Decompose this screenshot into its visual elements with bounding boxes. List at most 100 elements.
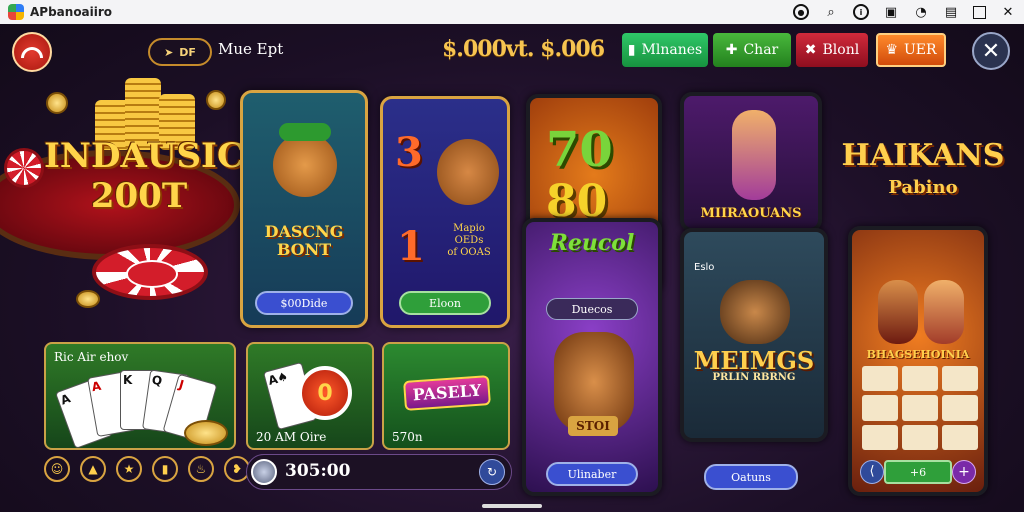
hero-brand-right: HAIKANS Pabino <box>838 140 1008 204</box>
card-number-2: 1 <box>397 223 425 270</box>
card-play-button[interactable]: Ulinaber <box>546 462 638 486</box>
cowgirl-character-image <box>732 110 776 200</box>
balance-display: $.000vt. $.006 <box>442 36 605 62</box>
hat-image <box>279 123 331 141</box>
chip-icon: 0 <box>298 366 352 420</box>
slot-reel-grid <box>862 366 978 450</box>
gift-icon: ✖ <box>804 42 817 58</box>
close-button[interactable]: ✕ <box>972 32 1010 70</box>
card-title-line2: BONT <box>276 240 332 259</box>
tile-label: Ric Air ehov <box>54 350 129 364</box>
bookmark-icon[interactable]: ▤ <box>943 4 959 20</box>
card-sub2: OEDs <box>454 235 484 246</box>
card-play-button[interactable]: Eloon <box>399 291 491 315</box>
share-icon[interactable]: ◔ <box>913 4 929 20</box>
plus-button[interactable]: + <box>952 460 976 484</box>
fire-icon[interactable]: ▲ <box>80 456 106 482</box>
card-title: MEIMGS <box>693 346 815 375</box>
profile-balance: 305:00 <box>285 461 351 481</box>
chat-button[interactable]: ✚ Char <box>713 33 791 67</box>
tile-card-game[interactable]: Ric Air ehov A A K Q J <box>44 342 236 450</box>
app-logo-icon <box>8 4 24 20</box>
game-card-dancing-bonus[interactable]: DASCNG BONT $00Dide <box>240 90 368 328</box>
star-icon[interactable]: ★ <box>116 456 142 482</box>
card-play-button[interactable]: Oatuns <box>704 464 798 490</box>
avatar-icon[interactable]: ☺ <box>44 456 70 482</box>
close-icon[interactable]: ✕ <box>1000 4 1016 20</box>
wallet-icon: ▮ <box>627 42 636 58</box>
card-title: BHAGSEHOINIA <box>866 348 970 361</box>
card-title: MIIRAOUANS <box>700 206 802 221</box>
record-icon[interactable]: ● <box>793 4 809 20</box>
tile-value: 20 AM Oire <box>256 430 327 444</box>
wallet-button[interactable]: ▮ Mlnanes <box>622 33 708 67</box>
woman-character-image <box>924 280 964 344</box>
bonus-button[interactable]: ✖ Blonl <box>796 33 868 67</box>
poker-chip-icon <box>4 148 44 188</box>
gold-coin-icon <box>184 420 228 446</box>
card-title: Reucol <box>549 230 635 256</box>
vip-button-label: UER <box>904 42 937 58</box>
gold-coin-icon <box>46 92 68 114</box>
window-titlebar: APbanoaiiro ● ⌕ i ▣ ◔ ▤ ✕ <box>0 0 1024 24</box>
profile-balance-bar: 305:00 ↻ <box>246 454 512 490</box>
chat-icon: ✚ <box>725 42 738 58</box>
top-navigation: ➤ DF Mue Ept $.000vt. $.006 ▮ Mlnanes ✚ … <box>0 24 1024 76</box>
gold-coin-icon <box>76 290 100 308</box>
info-icon[interactable]: i <box>853 4 869 20</box>
game-card-bear-slots[interactable]: 3 1 Mapio OEDs of OOAS Eloon <box>380 96 510 328</box>
prev-icon[interactable]: ⟨ <box>860 460 884 484</box>
home-indicator <box>482 504 542 508</box>
card-play-button[interactable]: +6 <box>884 460 952 484</box>
card-title: DASCNG BONT <box>243 223 365 259</box>
card-number: 70 <box>546 122 613 178</box>
section-label: Mue Ept <box>218 40 284 58</box>
tile-pasely-game[interactable]: PASELY 570n <box>382 342 510 450</box>
hero-left-line1: INDAUSIC <box>44 136 245 176</box>
hero-left-line2: 200T <box>90 176 188 216</box>
poker-chip-large-icon <box>92 244 208 300</box>
search-icon[interactable]: ⌕ <box>823 4 839 20</box>
card-badge: STOI <box>568 416 618 436</box>
card-title-line1: DASCNG <box>264 222 344 241</box>
card-number: 3 <box>395 129 423 176</box>
card-subtitle: Mapio OEDs of OOAS <box>437 223 501 259</box>
game-card-miraouans[interactable]: MIIRAOUANS <box>680 92 822 232</box>
flame-icon[interactable]: ♨ <box>188 456 214 482</box>
bear-character-image <box>437 139 499 205</box>
fox-character-image <box>273 133 337 197</box>
bottom-icon-row: ☺ ▲ ★ ▮ ♨ ❥ <box>44 456 250 482</box>
maximize-icon[interactable] <box>973 5 986 19</box>
hero-right-line1: HAIKANS <box>841 138 1005 173</box>
hero-brand-left: INDAUSIC 200T <box>44 136 245 216</box>
back-button[interactable] <box>12 32 52 72</box>
pirate-character-image <box>720 280 790 344</box>
avatar[interactable] <box>251 459 277 485</box>
man-character-image <box>878 280 918 344</box>
gold-coin-icon <box>206 90 226 110</box>
window-title: APbanoaiiro <box>30 5 113 19</box>
game-card-reucol[interactable]: Reucol Duecos STOI Ulinaber <box>522 218 662 496</box>
crown-icon: ♛ <box>885 42 898 58</box>
vip-button[interactable]: ♛ UER <box>876 33 946 67</box>
shield-icon[interactable]: ▮ <box>152 456 178 482</box>
game-logo: PASELY <box>403 375 491 411</box>
menu-pill-button[interactable]: ➤ DF <box>148 38 212 66</box>
card-play-button[interactable]: $00Dide <box>255 291 353 315</box>
arrow-icon: ➤ <box>164 45 174 59</box>
tile-value: 570n <box>392 430 423 444</box>
card-subtitle: PRLIN RBRNG <box>712 372 796 383</box>
tile-roulette-game[interactable]: A♠ 0 20 AM Oire <box>246 342 374 450</box>
wallet-button-label: Mlnanes <box>641 42 703 58</box>
chat-button-label: Char <box>743 42 779 58</box>
card-sub3: of OOAS <box>447 247 491 258</box>
pill-label: DF <box>179 45 196 59</box>
card-sub1: Mapio <box>453 223 485 234</box>
card-secondary-button[interactable]: Duecos <box>546 298 638 320</box>
refresh-icon[interactable]: ↻ <box>479 459 505 485</box>
image-icon[interactable]: ▣ <box>883 4 899 20</box>
game-card-bhagsehoinia[interactable]: BHAGSEHOINIA ⟨ +6 + <box>848 226 988 496</box>
game-card-meimgs[interactable]: Eslo MEIMGS PRLIN RBRNG <box>680 228 828 442</box>
card-header: Eslo <box>694 262 715 273</box>
hero-right-line2: Pabino <box>888 177 958 198</box>
